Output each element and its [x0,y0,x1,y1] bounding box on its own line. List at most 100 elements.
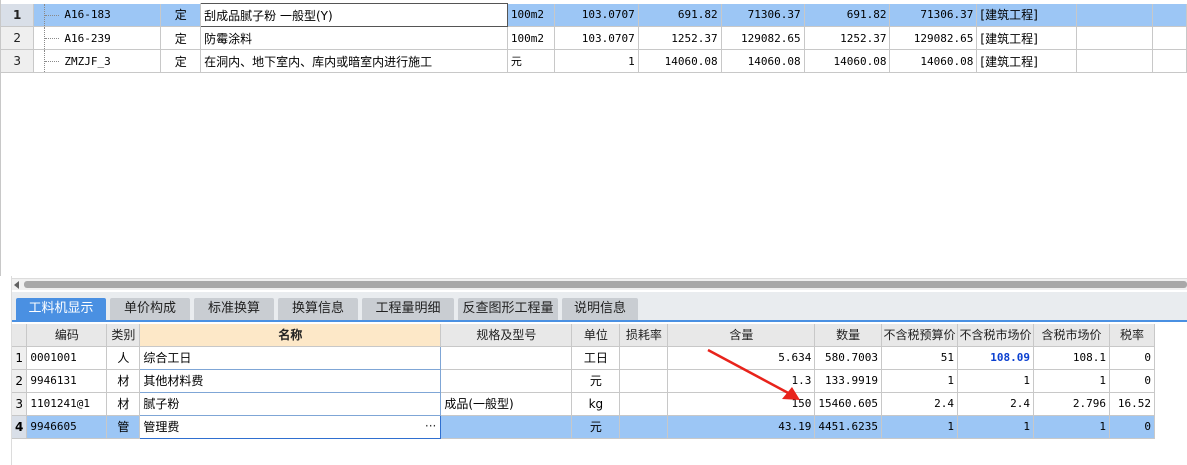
item-type[interactable]: 定 [160,3,202,27]
material-quantity[interactable]: 133.9919 [814,369,882,393]
row-number[interactable]: 4 [12,415,28,439]
material-unit[interactable]: 元 [571,369,621,393]
table-row[interactable]: 4 9946605 管 管理费 ··· 元 43.19 4451.6235 1 1… [12,414,1155,439]
table-row[interactable]: 1 0001001 人 综合工日 工日 5.634 580.7003 51 10… [12,345,1155,370]
row-number[interactable]: 3 [12,392,28,416]
material-spec[interactable] [440,415,573,439]
item-code[interactable]: A16-183 [33,3,162,27]
item-extra[interactable] [1076,49,1153,73]
item-extra2[interactable] [1152,26,1187,50]
item-name[interactable]: 防霉涂料 [200,26,508,50]
item-extra[interactable] [1076,3,1153,27]
row-number[interactable]: 1 [1,3,35,27]
header-code[interactable]: 编码 [26,324,108,347]
item-category[interactable]: [建筑工程] [976,26,1078,50]
material-code[interactable]: 9946131 [26,369,108,393]
tab-description[interactable]: 说明信息 [562,298,638,320]
material-budget-price[interactable]: 2.4 [881,392,958,416]
material-category[interactable]: 材 [106,392,141,416]
item-code[interactable]: A16-239 [33,26,162,50]
material-tax-rate[interactable]: 0 [1109,369,1155,393]
item-extra2[interactable] [1152,49,1187,73]
tab-standard-conversion[interactable]: 标准换算 [194,298,274,320]
item-type[interactable]: 定 [160,49,202,73]
item-price[interactable]: 691.82 [638,3,722,27]
material-category[interactable]: 人 [106,346,141,370]
header-loss[interactable]: 损耗率 [619,324,669,347]
material-budget-price[interactable]: 1 [881,415,958,439]
material-loss[interactable] [619,369,669,393]
material-quantity[interactable]: 4451.6235 [814,415,882,439]
header-quantity[interactable]: 数量 [814,324,882,347]
item-extra2[interactable] [1152,3,1187,27]
header-spec[interactable]: 规格及型号 [440,324,573,347]
material-name[interactable]: 腻子粉 [139,391,442,416]
header-unit[interactable]: 单位 [571,324,621,347]
material-market-price[interactable]: 108.09 [957,346,1034,370]
material-content[interactable]: 1.3 [667,369,816,393]
item-unit[interactable]: 100m2 [507,26,555,50]
table-row[interactable]: 3 1101241@1 材 腻子粉 成品(一般型) kg 150 15460.6… [12,391,1155,416]
item-unit[interactable]: 元 [507,49,555,73]
material-unit[interactable]: kg [571,392,621,416]
table-row[interactable]: 3 ZMZJF_3 定 在洞内、地下室内、库内或暗室内进行施工 元 1 1406… [1,49,1187,73]
tab-material-display[interactable]: 工料机显示 [16,298,106,320]
material-tax-market-price[interactable]: 1 [1033,369,1110,393]
tab-unit-price[interactable]: 单价构成 [110,298,190,320]
row-number[interactable]: 2 [12,369,28,393]
scrollbar-thumb[interactable] [24,281,1187,288]
material-loss[interactable] [619,346,669,370]
horizontal-scrollbar[interactable] [12,278,1187,290]
material-code[interactable]: 9946605 [26,415,108,439]
material-market-price[interactable]: 1 [957,369,1034,393]
material-spec[interactable] [440,346,573,370]
table-row[interactable]: 2 A16-239 定 防霉涂料 100m2 103.0707 1252.37 … [1,26,1187,50]
material-content[interactable]: 150 [667,392,816,416]
item-name[interactable]: 刮成品腻子粉 一般型(Y) [200,3,508,27]
header-category[interactable]: 类别 [106,324,141,347]
material-tax-rate[interactable]: 16.52 [1109,392,1155,416]
row-number[interactable]: 3 [1,49,35,73]
material-code[interactable]: 1101241@1 [26,392,108,416]
item-code[interactable]: ZMZJF_3 [33,49,162,73]
item-price[interactable]: 14060.08 [638,49,722,73]
material-spec[interactable]: 成品(一般型) [440,392,573,416]
item-category[interactable]: [建筑工程] [976,49,1078,73]
header-budget-price[interactable]: 不含税预算价 [881,324,958,347]
material-tax-rate[interactable]: 0 [1109,415,1155,439]
material-name[interactable]: 管理费 ··· [139,414,442,439]
item-qty[interactable]: 103.0707 [554,3,639,27]
item-total[interactable]: 14060.08 [721,49,805,73]
tab-conversion-info[interactable]: 换算信息 [278,298,358,320]
item-total2[interactable]: 129082.65 [889,26,978,50]
material-loss[interactable] [619,392,669,416]
material-tax-rate[interactable]: 0 [1109,346,1155,370]
item-category[interactable]: [建筑工程] [976,3,1078,27]
material-unit[interactable]: 工日 [571,346,621,370]
material-category[interactable]: 管 [106,415,141,439]
item-price2[interactable]: 14060.08 [804,49,891,73]
material-content[interactable]: 5.634 [667,346,816,370]
item-price[interactable]: 1252.37 [638,26,722,50]
ellipsis-button[interactable]: ··· [425,419,436,433]
item-price2[interactable]: 1252.37 [804,26,891,50]
material-name[interactable]: 综合工日 [139,345,442,370]
material-market-price[interactable]: 2.4 [957,392,1034,416]
scroll-left-icon[interactable] [14,281,19,289]
header-name[interactable]: 名称 [139,324,442,347]
material-tax-market-price[interactable]: 2.796 [1033,392,1110,416]
material-market-price[interactable]: 1 [957,415,1034,439]
material-quantity[interactable]: 15460.605 [814,392,882,416]
material-unit[interactable]: 元 [571,415,621,439]
material-quantity[interactable]: 580.7003 [814,346,882,370]
item-name[interactable]: 在洞内、地下室内、库内或暗室内进行施工 [200,49,508,73]
material-tax-market-price[interactable]: 108.1 [1033,346,1110,370]
item-total[interactable]: 71306.37 [721,3,805,27]
table-row[interactable]: 1 A16-183 定 刮成品腻子粉 一般型(Y) 100m2 103.0707… [1,3,1187,27]
item-total2[interactable]: 71306.37 [889,3,978,27]
header-market-price[interactable]: 不含税市场价 [957,324,1034,347]
item-extra[interactable] [1076,26,1153,50]
material-loss[interactable] [619,415,669,439]
row-number[interactable]: 2 [1,26,35,50]
item-price2[interactable]: 691.82 [804,3,891,27]
